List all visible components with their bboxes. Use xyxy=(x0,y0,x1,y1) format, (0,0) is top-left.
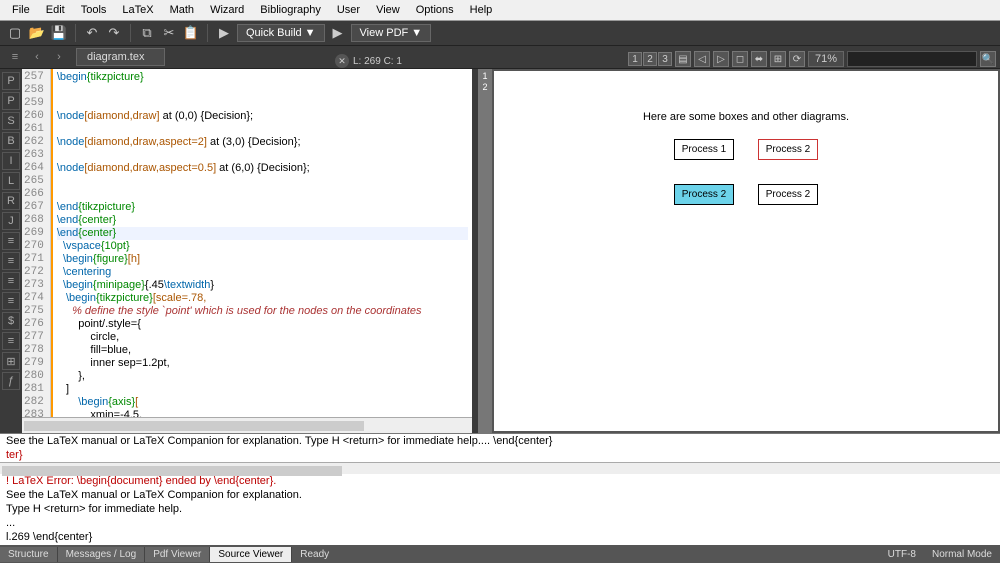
process-box: Process 2 xyxy=(758,139,818,160)
menu-bibliography[interactable]: Bibliography xyxy=(252,2,329,18)
log-line: ter} xyxy=(0,448,1000,462)
menu-user[interactable]: User xyxy=(329,2,368,18)
actual-icon[interactable]: ⊞ xyxy=(770,51,786,67)
process-box: Process 1 xyxy=(674,139,734,160)
sidetool-9[interactable]: ≡ xyxy=(2,252,20,270)
menu-wizard[interactable]: Wizard xyxy=(202,2,252,18)
forward-icon[interactable]: › xyxy=(50,48,68,66)
save-icon[interactable]: 💾 xyxy=(50,24,68,42)
sidetool-7[interactable]: J xyxy=(2,212,20,230)
copy-icon[interactable]: ⧉ xyxy=(138,24,156,42)
menu-file[interactable]: File xyxy=(4,2,38,18)
sidetool-6[interactable]: R xyxy=(2,192,20,210)
zoom-level[interactable]: 71% xyxy=(808,51,844,67)
pdf-preview: 12 Here are some boxes and other diagram… xyxy=(478,69,1000,433)
preview-toolbar: 123 ▤ ◁ ▷ ◻ ⬌ ⊞ ⟳ 71% 🔍 xyxy=(628,51,996,67)
sidetool-12[interactable]: $ xyxy=(2,312,20,330)
menu-bar: FileEditToolsLaTeXMathWizardBibliography… xyxy=(0,0,1000,21)
code-area[interactable]: \begin{tikzpicture} \node[diamond,draw] … xyxy=(51,69,472,417)
new-icon[interactable]: ▢ xyxy=(6,24,24,42)
preview-ruler: 12 xyxy=(478,69,492,433)
page-title: Here are some boxes and other diagrams. xyxy=(643,111,849,123)
redo-icon[interactable]: ↷ xyxy=(105,24,123,42)
sidetool-5[interactable]: L xyxy=(2,172,20,190)
process-box: Process 2 xyxy=(674,184,734,205)
layout-icon[interactable]: ▤ xyxy=(675,51,691,67)
bottom-tab-structure[interactable]: Structure xyxy=(0,547,58,562)
messages-panel[interactable]: See the LaTeX manual or LaTeX Companion … xyxy=(0,433,1000,545)
menu-latex[interactable]: LaTeX xyxy=(114,2,161,18)
line-gutter: 2572582592602612622632642652662672682692… xyxy=(22,69,51,417)
status-bar: StructureMessages / LogPdf ViewerSource … xyxy=(0,545,1000,563)
pdf-page[interactable]: Here are some boxes and other diagrams. … xyxy=(494,71,998,431)
left-sidebar: PPSBILRJ≡≡≡≡$≡⊞ƒ xyxy=(0,69,22,433)
mode-status: Normal Mode xyxy=(924,549,1000,560)
menu-options[interactable]: Options xyxy=(408,2,462,18)
encoding-status: UTF-8 xyxy=(880,549,924,560)
list-icon[interactable]: ≡ xyxy=(6,48,24,66)
bottom-tab-source-viewer[interactable]: Source Viewer xyxy=(210,547,292,562)
sidetool-0[interactable]: P xyxy=(2,72,20,90)
close-icon[interactable]: ✕ xyxy=(335,54,349,68)
sidetool-14[interactable]: ⊞ xyxy=(2,352,20,370)
bottom-tab-messages-log[interactable]: Messages / Log xyxy=(58,547,146,562)
fitpage-icon[interactable]: ◻ xyxy=(732,51,748,67)
tab-bar: ≡ ‹ › diagram.tex ✕ L: 269 C: 1 123 ▤ ◁ … xyxy=(0,46,1000,69)
menu-view[interactable]: View xyxy=(368,2,408,18)
log-line: l.269 \end{center} xyxy=(0,530,1000,544)
back-icon[interactable]: ‹ xyxy=(28,48,46,66)
page-numbers[interactable]: 123 xyxy=(628,52,672,66)
sidetool-11[interactable]: ≡ xyxy=(2,292,20,310)
menu-math[interactable]: Math xyxy=(162,2,202,18)
prev-icon[interactable]: ◁ xyxy=(694,51,710,67)
cut-icon[interactable]: ✂ xyxy=(160,24,178,42)
sidetool-1[interactable]: P xyxy=(2,92,20,110)
search-input[interactable] xyxy=(847,51,977,67)
open-icon[interactable]: 📂 xyxy=(28,24,46,42)
log-line: ... xyxy=(0,516,1000,530)
file-tab[interactable]: diagram.tex xyxy=(76,48,165,66)
main-toolbar: ▢ 📂 💾 ↶ ↷ ⧉ ✂ 📋 ▶ Quick Build ▼ ▶ View P… xyxy=(0,21,1000,46)
error-line: ! LaTeX Error: \begin{document} ended by… xyxy=(0,474,1000,488)
code-editor[interactable]: 2572582592602612622632642652662672682692… xyxy=(22,69,472,417)
paste-icon[interactable]: 📋 xyxy=(182,24,200,42)
cursor-status: ✕ L: 269 C: 1 xyxy=(335,54,402,68)
quickbuild-button[interactable]: Quick Build ▼ xyxy=(237,24,325,42)
menu-help[interactable]: Help xyxy=(462,2,501,18)
sidetool-4[interactable]: I xyxy=(2,152,20,170)
bottom-tab-pdf-viewer[interactable]: Pdf Viewer xyxy=(145,547,210,562)
refresh-icon[interactable]: ⟳ xyxy=(789,51,805,67)
build-run-icon[interactable]: ▶ xyxy=(215,24,233,42)
view-run-icon[interactable]: ▶ xyxy=(329,24,347,42)
sidetool-2[interactable]: S xyxy=(2,112,20,130)
menu-tools[interactable]: Tools xyxy=(73,2,115,18)
sidetool-10[interactable]: ≡ xyxy=(2,272,20,290)
msg-hscrollbar[interactable] xyxy=(0,462,1000,474)
sidetool-3[interactable]: B xyxy=(2,132,20,150)
sidetool-15[interactable]: ƒ xyxy=(2,372,20,390)
log-line: See the LaTeX manual or LaTeX Companion … xyxy=(0,488,1000,502)
sidetool-8[interactable]: ≡ xyxy=(2,232,20,250)
sidetool-13[interactable]: ≡ xyxy=(2,332,20,350)
menu-edit[interactable]: Edit xyxy=(38,2,73,18)
process-box: Process 2 xyxy=(758,184,818,205)
log-line: See the LaTeX manual or LaTeX Companion … xyxy=(0,434,1000,448)
ready-status: Ready xyxy=(292,549,337,560)
search-icon[interactable]: 🔍 xyxy=(980,51,996,67)
editor-hscrollbar[interactable] xyxy=(22,417,472,433)
viewpdf-button[interactable]: View PDF ▼ xyxy=(351,24,432,42)
next-icon[interactable]: ▷ xyxy=(713,51,729,67)
fitwidth-icon[interactable]: ⬌ xyxy=(751,51,767,67)
log-line: Type H <return> for immediate help. xyxy=(0,502,1000,516)
undo-icon[interactable]: ↶ xyxy=(83,24,101,42)
